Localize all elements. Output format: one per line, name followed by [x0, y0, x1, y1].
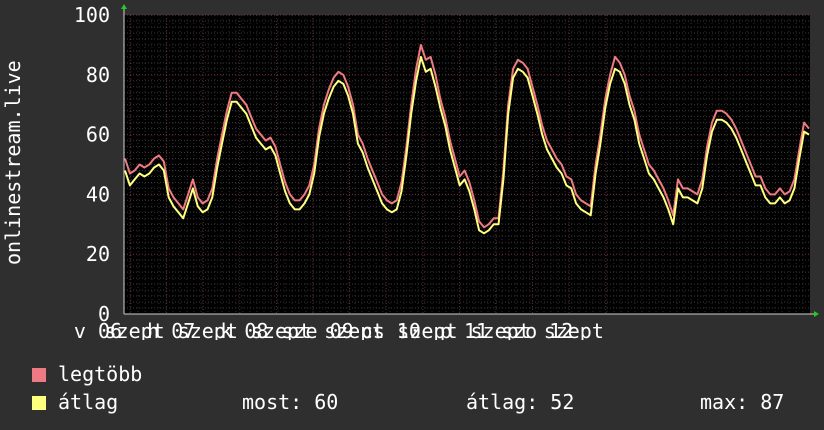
legend-swatch-max — [32, 368, 46, 382]
stat-average: átlag: 52 — [466, 390, 575, 414]
stat-max: max: 87 — [700, 390, 785, 414]
y-axis-arrow — [121, 4, 127, 9]
y-tick-label: 100 — [74, 3, 110, 27]
legend-label-max: legtöbb — [58, 362, 143, 386]
y-tick-label: 80 — [86, 63, 110, 87]
y-axis-label: onlinestream.live — [1, 60, 25, 265]
y-tick-label: 60 — [86, 123, 110, 147]
legend-swatch-avg — [32, 396, 46, 410]
legend-item-avg: átlag — [32, 390, 118, 414]
x-axis-arrow — [814, 311, 819, 317]
y-tick-label: 40 — [86, 182, 110, 206]
chart: 020406080100v 06szepth 07szeptk 08szepts… — [74, 3, 819, 340]
legend-label-avg: átlag — [58, 390, 119, 414]
legend-item-max: legtöbb — [32, 362, 142, 386]
x-tick-label: szept — [544, 319, 604, 340]
y-tick-label: 20 — [86, 242, 110, 266]
stat-current: most: 60 — [242, 390, 339, 414]
